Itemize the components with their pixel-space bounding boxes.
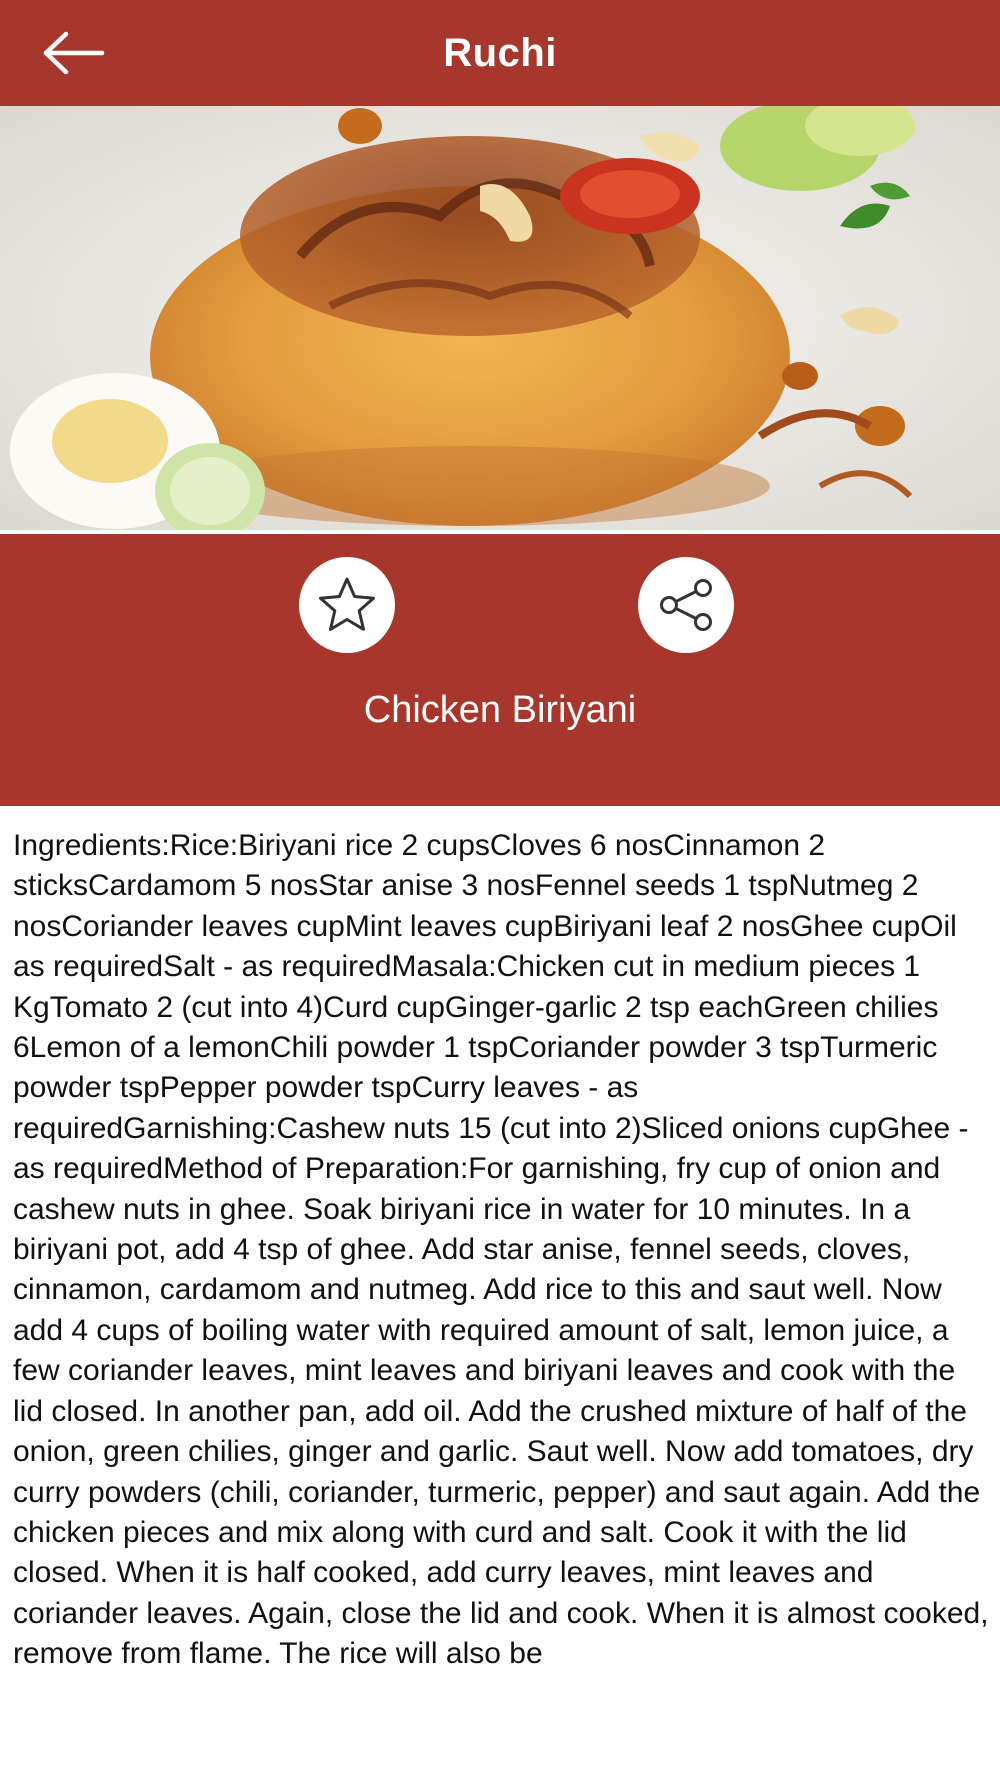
share-icon — [660, 579, 712, 631]
recipe-image — [0, 106, 1000, 530]
recipe-description: Ingredients:Rice:Biriyani rice 2 cupsClo… — [13, 829, 989, 1671]
back-button[interactable] — [34, 23, 114, 83]
recipe-header-panel: Chicken Biriyani — [0, 534, 1000, 806]
app-title: Ruchi — [443, 30, 557, 75]
app-bar: Ruchi — [0, 0, 1000, 106]
star-outline-icon — [319, 577, 375, 631]
arrow-left-icon — [43, 31, 105, 75]
recipe-title: Chicken Biriyani — [363, 689, 637, 731]
favorite-button[interactable] — [299, 557, 395, 653]
share-button[interactable] — [638, 557, 734, 653]
